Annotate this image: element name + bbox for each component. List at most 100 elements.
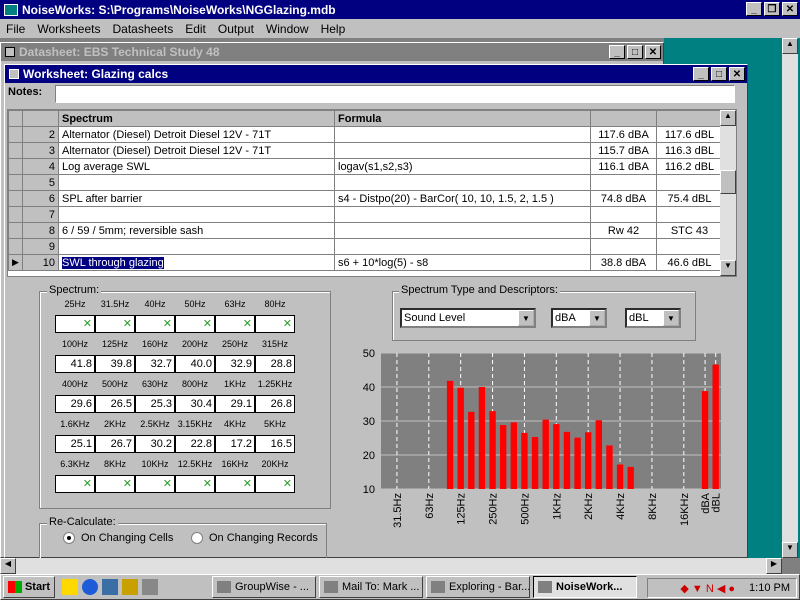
- datasheet-close-button[interactable]: ✕: [645, 45, 661, 59]
- formula-cell[interactable]: [334, 142, 591, 159]
- spectrum-cell[interactable]: [58, 238, 335, 255]
- dba-cell[interactable]: [590, 206, 657, 223]
- table-row[interactable]: 9: [8, 238, 723, 255]
- taskbar-button[interactable]: Mail To: Mark ...: [319, 576, 423, 598]
- spectrum-value-cell[interactable]: 26.8: [255, 395, 295, 413]
- radio-unselected-icon[interactable]: [191, 532, 203, 544]
- formula-cell[interactable]: [334, 222, 591, 239]
- dba-cell[interactable]: 38.8 dBA: [590, 254, 657, 271]
- spectrum-value-cell[interactable]: ✕: [255, 475, 295, 493]
- spectrum-cell[interactable]: SPL after barrier: [58, 190, 335, 207]
- dba-cell[interactable]: 117.6 dBA: [590, 126, 657, 143]
- menu-datasheets[interactable]: Datasheets: [112, 22, 173, 36]
- spectrum-value-cell[interactable]: 28.8: [255, 355, 295, 373]
- formula-cell[interactable]: [334, 206, 591, 223]
- menu-output[interactable]: Output: [218, 22, 254, 36]
- dba-cell[interactable]: 116.1 dBA: [590, 158, 657, 175]
- scroll-thumb[interactable]: [720, 170, 736, 194]
- unit-b-select[interactable]: dBL ▼: [625, 308, 681, 328]
- dbl-cell[interactable]: 75.4 dBL: [656, 190, 723, 207]
- app-scroll-down-icon[interactable]: ▼: [782, 542, 798, 558]
- app-horizontal-scrollbar[interactable]: ◀ ▶: [0, 558, 782, 574]
- scroll-down-arrow-icon[interactable]: ▼: [720, 260, 736, 276]
- dba-cell[interactable]: Rw 42: [590, 222, 657, 239]
- row-number[interactable]: 8: [22, 222, 59, 239]
- spectrum-value-cell[interactable]: ✕: [175, 475, 215, 493]
- grid-vertical-scrollbar[interactable]: ▲ ▼: [720, 110, 736, 276]
- spectrum-value-cell[interactable]: ✕: [215, 475, 255, 493]
- notes-field[interactable]: [55, 85, 735, 103]
- taskbar-button[interactable]: Exploring - Bar...: [426, 576, 530, 598]
- row-number[interactable]: 2: [22, 126, 59, 143]
- spectrum-value-cell[interactable]: 25.3: [135, 395, 175, 413]
- app-vertical-scrollbar[interactable]: ▲ ▼: [782, 38, 798, 558]
- quick-launch-icon[interactable]: [102, 579, 118, 595]
- taskbar-button[interactable]: GroupWise - ...: [212, 576, 316, 598]
- unit-a-select[interactable]: dBA ▼: [551, 308, 607, 328]
- app-scroll-up-icon[interactable]: ▲: [782, 38, 798, 54]
- spectrum-value-cell[interactable]: ✕: [135, 315, 175, 333]
- row-selector[interactable]: [8, 190, 23, 207]
- menu-help[interactable]: Help: [321, 22, 346, 36]
- row-number[interactable]: 5: [22, 174, 59, 191]
- row-selector[interactable]: [8, 206, 23, 223]
- dbl-cell[interactable]: 117.6 dBL: [656, 126, 723, 143]
- row-selector[interactable]: [8, 222, 23, 239]
- row-selector[interactable]: ▶: [8, 254, 23, 271]
- table-row[interactable]: 4 Log average SWL logav(s1,s2,s3) 116.1 dBA…: [8, 158, 723, 175]
- spectrum-cell[interactable]: [58, 206, 335, 223]
- row-number[interactable]: 6: [22, 190, 59, 207]
- row-number[interactable]: 4: [22, 158, 59, 175]
- dbl-column-header[interactable]: [656, 110, 723, 127]
- row-selector[interactable]: [8, 238, 23, 255]
- app-restore-button[interactable]: ❐: [764, 2, 780, 16]
- table-row[interactable]: 7: [8, 206, 723, 223]
- spectrum-cell[interactable]: 6 / 59 / 5mm; reversible sash: [58, 222, 335, 239]
- quick-launch-icon[interactable]: [62, 579, 78, 595]
- spectrum-value-cell[interactable]: ✕: [55, 315, 95, 333]
- datasheet-maximize-button[interactable]: □: [627, 45, 643, 59]
- menu-window[interactable]: Window: [266, 22, 309, 36]
- spectrum-value-cell[interactable]: ✕: [55, 475, 95, 493]
- spectrum-value-cell[interactable]: 17.2: [215, 435, 255, 453]
- spectrum-cell[interactable]: Log average SWL: [58, 158, 335, 175]
- dba-cell[interactable]: 74.8 dBA: [590, 190, 657, 207]
- dba-cell[interactable]: [590, 174, 657, 191]
- spectrum-value-cell[interactable]: ✕: [215, 315, 255, 333]
- spectrum-cell[interactable]: Alternator (Diesel) Detroit Diesel 12V -…: [58, 126, 335, 143]
- dba-cell[interactable]: 115.7 dBA: [590, 142, 657, 159]
- app-scroll-right-icon[interactable]: ▶: [766, 558, 782, 574]
- app-minimize-button[interactable]: _: [746, 2, 762, 16]
- menu-edit[interactable]: Edit: [185, 22, 206, 36]
- dba-column-header[interactable]: [590, 110, 657, 127]
- row-selector[interactable]: [8, 126, 23, 143]
- row-selector[interactable]: [8, 174, 23, 191]
- spectrum-value-cell[interactable]: 26.5: [95, 395, 135, 413]
- dbl-cell[interactable]: 116.3 dBL: [656, 142, 723, 159]
- ie-icon[interactable]: [82, 579, 98, 595]
- scroll-up-arrow-icon[interactable]: ▲: [720, 110, 736, 126]
- menu-file[interactable]: File: [6, 22, 25, 36]
- worksheet-minimize-button[interactable]: _: [693, 67, 709, 81]
- row-number[interactable]: 7: [22, 206, 59, 223]
- spectrum-value-cell[interactable]: 32.7: [135, 355, 175, 373]
- menu-worksheets[interactable]: Worksheets: [37, 22, 100, 36]
- chevron-down-icon[interactable]: ▼: [663, 310, 679, 326]
- spectrum-value-cell[interactable]: 39.8: [95, 355, 135, 373]
- dbl-cell[interactable]: 46.6 dBL: [656, 254, 723, 271]
- radio-selected-icon[interactable]: [63, 532, 75, 544]
- dbl-cell[interactable]: 116.2 dBL: [656, 158, 723, 175]
- dba-cell[interactable]: [590, 238, 657, 255]
- recalc-option-records[interactable]: On Changing Records: [191, 532, 318, 544]
- row-selector[interactable]: [8, 142, 23, 159]
- table-row[interactable]: 3 Alternator (Diesel) Detroit Diesel 12V …: [8, 142, 723, 159]
- chevron-down-icon[interactable]: ▼: [518, 310, 534, 326]
- formula-cell[interactable]: s6 + 10*log(5) - s8: [334, 254, 591, 271]
- spectrum-value-cell[interactable]: ✕: [255, 315, 295, 333]
- quick-launch-icon[interactable]: [142, 579, 158, 595]
- selected-cell-text[interactable]: SWL through glazing: [62, 256, 164, 269]
- row-selector[interactable]: [8, 158, 23, 175]
- start-button[interactable]: Start: [3, 576, 55, 598]
- table-row[interactable]: ▶ 10 SWL through glazing s6 + 10*log(5) - s…: [8, 254, 723, 271]
- spectrum-value-cell[interactable]: ✕: [175, 315, 215, 333]
